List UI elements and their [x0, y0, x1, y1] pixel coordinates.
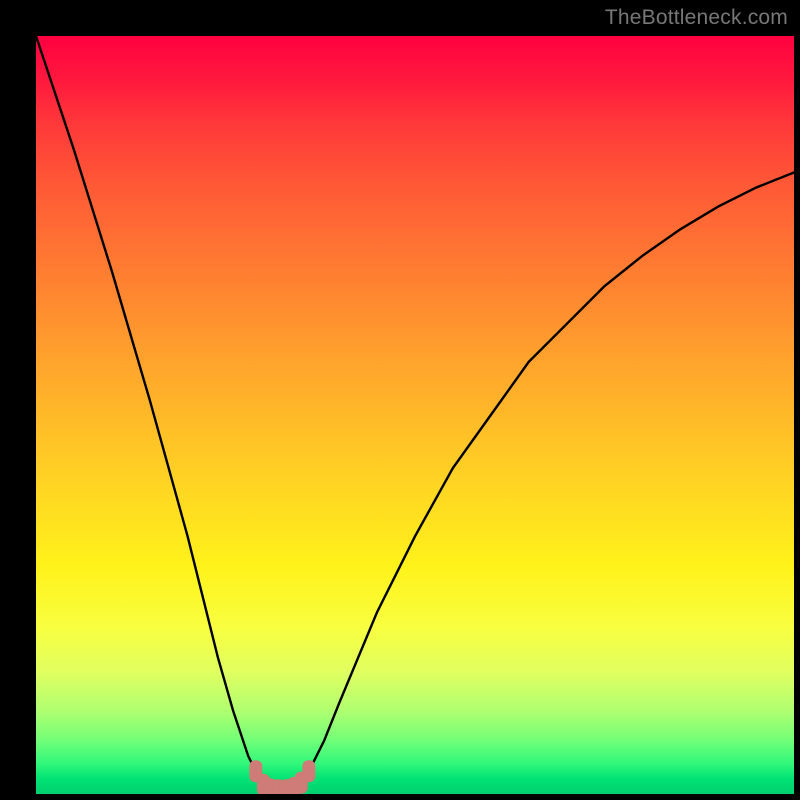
chart-frame: TheBottleneck.com [0, 0, 800, 800]
valley-markers [249, 760, 315, 794]
bottleneck-curve [36, 36, 794, 790]
valley-marker [302, 760, 315, 782]
curve-layer [36, 36, 794, 794]
plot-area [36, 36, 794, 794]
attribution-text: TheBottleneck.com [605, 6, 788, 30]
